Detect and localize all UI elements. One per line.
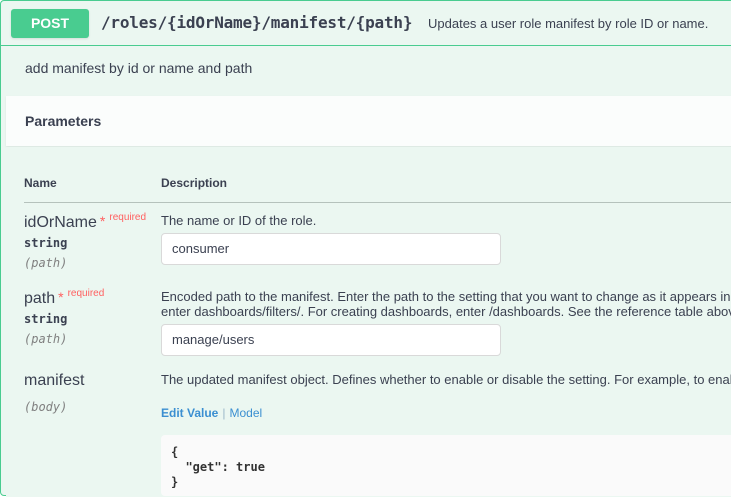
operation-summary-text: Updates a user role manifest by role ID … <box>428 16 709 31</box>
param-type: string <box>24 312 68 326</box>
param-name-label: idOrName <box>24 214 97 231</box>
param-type: string <box>24 236 68 250</box>
param-description-line-2: enter dashboards/filters/. For creating … <box>161 304 731 319</box>
column-header-description: Description <box>161 176 228 190</box>
tab-edit-value[interactable]: Edit Value <box>161 406 218 420</box>
endpoint-path: /roles/{idOrName}/manifest/{path} <box>101 13 413 32</box>
tab-separator: | <box>222 406 226 420</box>
operation-summary[interactable]: POST /roles/{idOrName}/manifest/{path} U… <box>1 1 731 46</box>
param-location: (body) <box>24 400 68 414</box>
param-name-label: path <box>24 290 56 307</box>
param-name-label: manifest <box>24 372 85 389</box>
column-header-name: Name <box>24 176 57 190</box>
parameters-title: Parameters <box>25 113 102 129</box>
param-description: The name or ID of the role. <box>161 213 317 228</box>
param-description: The updated manifest object. Defines whe… <box>161 372 731 387</box>
param-name-path: path * required <box>24 288 104 311</box>
operation-description: add manifest by id or name and path <box>25 60 253 76</box>
required-star: * <box>99 213 106 229</box>
body-tabs: Edit Value | Model <box>161 406 262 420</box>
header-divider <box>24 202 731 203</box>
param-name-manifest: manifest <box>24 371 84 391</box>
param-description-line-1: Encoded path to the manifest. Enter the … <box>161 289 731 304</box>
parameters-header: Parameters <box>6 96 731 146</box>
method-badge[interactable]: POST <box>11 9 89 38</box>
param-name-idOrName: idOrName * required <box>24 212 146 235</box>
idOrName-input[interactable]: consumer <box>161 233 501 265</box>
manifest-body-editor[interactable]: { "get": true } <box>161 435 731 496</box>
param-location: (path) <box>24 332 68 346</box>
required-label: required <box>67 288 105 299</box>
path-input[interactable]: manage/users <box>161 324 501 356</box>
required-label: required <box>109 212 147 223</box>
tab-model[interactable]: Model <box>229 406 262 420</box>
param-location: (path) <box>24 256 68 270</box>
required-star: * <box>58 289 64 305</box>
